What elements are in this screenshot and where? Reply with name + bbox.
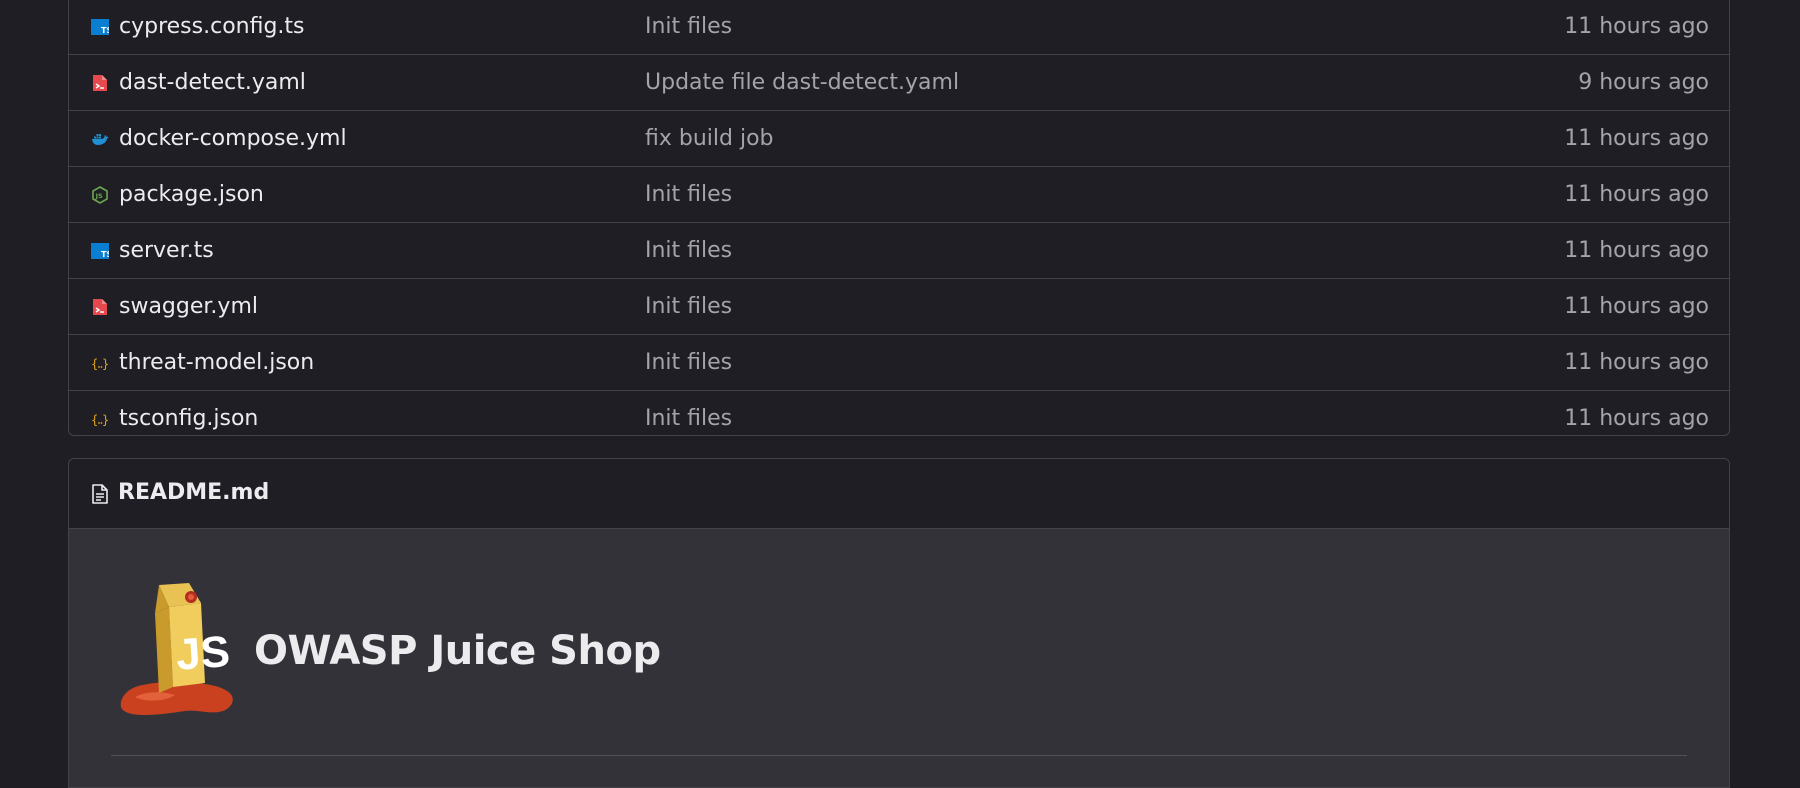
svg-text:}: } [102,413,109,427]
last-updated: 11 hours ago [1564,238,1709,263]
file-name-link[interactable]: package.json [119,182,264,208]
file-name-link[interactable]: docker-compose.yml [119,126,347,152]
svg-text:{: { [91,357,98,371]
typescript-icon: TS [91,243,109,259]
table-row[interactable]: TS cypress.config.ts Init files 11 hours… [69,0,1729,55]
file-table: TS cypress.config.ts Init files 11 hours… [68,0,1730,436]
last-updated: 11 hours ago [1564,294,1709,319]
juice-shop-logo: JS [120,583,233,715]
file-name-link[interactable]: dast-detect.yaml [119,70,306,96]
svg-text:TS: TS [101,250,109,259]
table-row[interactable]: dast-detect.yaml Update file dast-detect… [69,55,1729,111]
document-icon [92,484,108,504]
yaml-icon [93,75,107,91]
last-updated: 9 hours ago [1578,70,1709,95]
readme-heading: OWASP Juice Shop [254,628,661,674]
last-updated: 11 hours ago [1564,350,1709,375]
commit-message-link[interactable]: Init files [645,350,732,376]
readme-header: README.md [69,459,1729,529]
last-updated: 11 hours ago [1564,182,1709,207]
last-updated: 11 hours ago [1564,126,1709,151]
commit-message-link[interactable]: Update file dast-detect.yaml [645,70,959,96]
last-updated: 11 hours ago [1564,406,1709,431]
table-row[interactable]: JS package.json Init files 11 hours ago [69,167,1729,223]
svg-text:}: } [102,357,109,371]
json-icon: {} [91,413,109,427]
svg-text:{: { [91,413,98,427]
nodejs-icon: JS [92,186,108,204]
file-name-link[interactable]: cypress.config.ts [119,14,305,40]
file-name-link[interactable]: server.ts [119,238,214,264]
docker-icon [92,134,109,145]
table-row[interactable]: docker-compose.yml fix build job 11 hour… [69,111,1729,167]
commit-message-link[interactable]: fix build job [645,126,774,152]
file-name-link[interactable]: tsconfig.json [119,406,258,432]
commit-message-link[interactable]: Init files [645,238,732,264]
readme-filename[interactable]: README.md [118,479,269,507]
svg-text:JS: JS [95,192,103,200]
table-row[interactable]: {} threat-model.json Init files 11 hours… [69,335,1729,391]
table-row[interactable]: swagger.yml Init files 11 hours ago [69,279,1729,335]
file-name-link[interactable]: threat-model.json [119,350,314,376]
heading-divider [111,755,1687,756]
readme-panel: README.md JS OWASP Juice Shop [68,458,1730,788]
file-name-link[interactable]: swagger.yml [119,294,258,320]
yaml-icon [93,299,107,315]
commit-message-link[interactable]: Init files [645,294,732,320]
commit-message-link[interactable]: Init files [645,406,732,432]
commit-message-link[interactable]: Init files [645,182,732,208]
logo-lettering: JS [174,627,231,680]
svg-text:TS: TS [101,26,109,35]
commit-message-link[interactable]: Init files [645,14,732,40]
table-row[interactable]: TS server.ts Init files 11 hours ago [69,223,1729,279]
table-row[interactable]: {} tsconfig.json Init files 11 hours ago [69,391,1729,435]
last-updated: 11 hours ago [1564,14,1709,39]
typescript-icon: TS [91,19,109,35]
json-icon: {} [91,357,109,371]
